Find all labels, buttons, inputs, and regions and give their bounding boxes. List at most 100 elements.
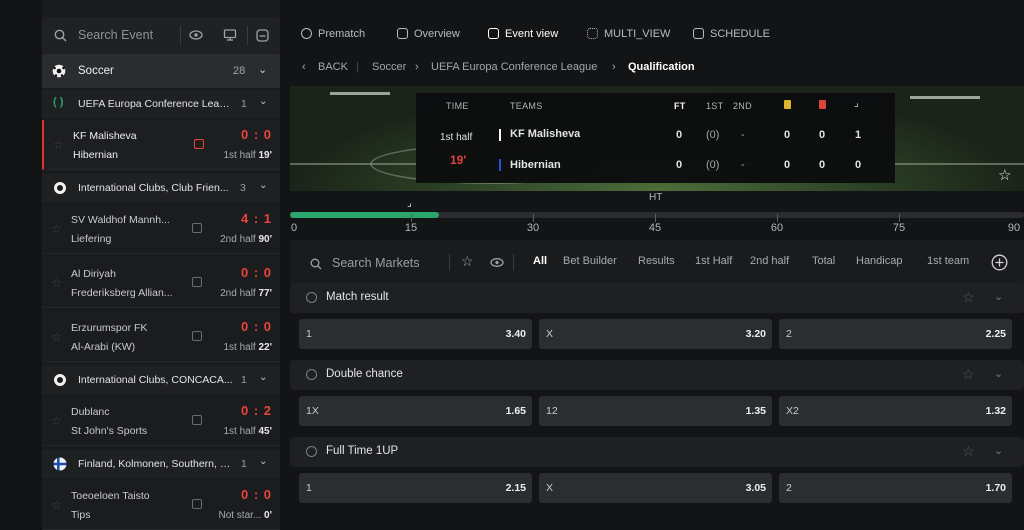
- star-icon[interactable]: ☆: [51, 414, 62, 428]
- market-header[interactable]: Double chance ☆ ⌄: [290, 360, 1024, 390]
- event-search-input[interactable]: Search Event: [78, 28, 153, 42]
- chevron-right-icon: ›: [415, 61, 419, 73]
- star-icon[interactable]: ☆: [962, 289, 975, 306]
- tab-prematch[interactable]: Prematch: [301, 28, 365, 40]
- league-row[interactable]: Finland, Kolmonen, Southern, G... 1 ⌄: [42, 450, 280, 478]
- eye-icon[interactable]: [490, 257, 504, 268]
- back-link[interactable]: BACK: [318, 61, 348, 73]
- period-label: 2nd half: [220, 288, 256, 299]
- globe-icon: [54, 182, 66, 194]
- match-minute: 22': [258, 342, 272, 353]
- away-first-half: (0): [706, 159, 720, 171]
- tv-icon[interactable]: [256, 29, 269, 42]
- info-icon[interactable]: [306, 446, 317, 457]
- odd-label: X2: [786, 405, 799, 417]
- market-tab-1st-team[interactable]: 1st team: [927, 255, 970, 267]
- market-tab-1st-half[interactable]: 1st Half: [695, 255, 732, 267]
- match-row[interactable]: ☆ SV Waldhof Mannh... Liefering 4 : 1 2n…: [42, 204, 280, 254]
- market-tab-results[interactable]: Results: [638, 255, 675, 267]
- add-circle-icon[interactable]: [991, 254, 1008, 271]
- tab-label: Event view: [505, 28, 559, 40]
- breadcrumb-current: Qualification: [628, 61, 695, 73]
- chevron-down-icon[interactable]: ⌄: [259, 372, 267, 383]
- tab-multi-view[interactable]: MULTI_VIEW: [587, 28, 670, 40]
- home-team: KF Malisheva: [510, 128, 581, 140]
- market-tab-all[interactable]: All: [533, 255, 547, 267]
- odd-button[interactable]: 1 3.40: [299, 319, 532, 349]
- match-row[interactable]: ☆ KF Malisheva Hibernian 0 : 0 1st half …: [42, 120, 280, 170]
- match-minute: 19': [258, 150, 272, 161]
- eye-icon[interactable]: [189, 29, 203, 41]
- tab-schedule[interactable]: SCHEDULE: [693, 28, 770, 40]
- odd-button[interactable]: 12 1.35: [539, 396, 772, 426]
- match-score: 0 : 0: [240, 127, 272, 142]
- tab-overview[interactable]: Overview: [397, 28, 460, 40]
- breadcrumb-item[interactable]: Soccer: [372, 61, 406, 73]
- match-period: 2nd half 90': [220, 234, 272, 245]
- tv-icon[interactable]: [192, 331, 202, 341]
- match-row[interactable]: ☆ Toeoeloen Taisto Tips 0 : 0 Not star..…: [42, 480, 280, 530]
- info-icon[interactable]: [306, 369, 317, 380]
- odd-button[interactable]: 2 2.25: [779, 319, 1012, 349]
- away-second-half: -: [741, 159, 745, 171]
- chevron-down-icon[interactable]: ⌄: [994, 444, 1003, 457]
- tv-icon[interactable]: [192, 277, 202, 287]
- chevron-left-icon[interactable]: ‹: [302, 61, 306, 73]
- market-search-input[interactable]: Search Markets: [332, 256, 420, 270]
- monitor-icon[interactable]: [223, 29, 237, 41]
- away-team: Hibernian: [73, 149, 118, 161]
- odd-button[interactable]: X 3.20: [539, 319, 772, 349]
- odd-button[interactable]: X2 1.32: [779, 396, 1012, 426]
- odd-value: 3.40: [505, 328, 526, 340]
- star-filter-icon[interactable]: ☆: [461, 253, 474, 270]
- tv-icon[interactable]: [194, 139, 204, 149]
- tv-icon[interactable]: [192, 415, 202, 425]
- star-icon[interactable]: ☆: [51, 222, 62, 236]
- league-count: 1: [241, 374, 247, 386]
- league-count: 1: [241, 458, 247, 470]
- away-red: 0: [819, 159, 826, 171]
- match-row[interactable]: ☆ Al Diriyah Frederiksberg Allian... 0 :…: [42, 258, 280, 308]
- away-team: Al-Arabi (KW): [71, 341, 136, 353]
- finland-flag-icon: [53, 457, 67, 471]
- odd-button[interactable]: 1 2.15: [299, 473, 532, 503]
- market-tab-handicap[interactable]: Handicap: [856, 255, 902, 267]
- match-row[interactable]: ☆ Erzurumspor FK Al-Arabi (KW) 0 : 0 1st…: [42, 312, 280, 362]
- star-icon[interactable]: ☆: [51, 276, 62, 290]
- odd-value: 2.25: [985, 328, 1006, 340]
- info-icon[interactable]: [306, 292, 317, 303]
- star-icon[interactable]: ☆: [51, 330, 62, 344]
- home-corners: 1: [855, 129, 862, 141]
- match-row[interactable]: ☆ Dublanc St John's Sports 0 : 2 1st hal…: [42, 396, 280, 446]
- star-icon[interactable]: ☆: [962, 366, 975, 383]
- period-label: 1st half: [223, 342, 256, 353]
- tv-icon[interactable]: [192, 223, 202, 233]
- chevron-down-icon[interactable]: ⌄: [259, 456, 267, 467]
- league-row[interactable]: International Clubs, CONCACA... 1 ⌄: [42, 366, 280, 394]
- market-header[interactable]: Full Time 1UP ☆ ⌄: [290, 437, 1024, 467]
- market-tab-2nd-half[interactable]: 2nd half: [750, 255, 789, 267]
- chevron-down-icon[interactable]: ⌄: [259, 180, 267, 191]
- odd-button[interactable]: 2 1.70: [779, 473, 1012, 503]
- breadcrumb-item[interactable]: UEFA Europa Conference League: [431, 61, 597, 73]
- league-row[interactable]: International Clubs, Club Frien... 3 ⌄: [42, 174, 280, 202]
- sport-soccer[interactable]: Soccer 28 ⌄: [42, 54, 280, 88]
- tv-icon[interactable]: [192, 499, 202, 509]
- chevron-down-icon[interactable]: ⌄: [259, 96, 267, 107]
- chevron-down-icon[interactable]: ⌄: [258, 63, 267, 76]
- chevron-down-icon[interactable]: ⌄: [994, 290, 1003, 303]
- league-row[interactable]: ( ) UEFA Europa Conference Leagu... 1 ⌄: [42, 90, 280, 118]
- chevron-down-icon[interactable]: ⌄: [994, 367, 1003, 380]
- market-tab-total[interactable]: Total: [812, 255, 835, 267]
- market-tab-bet-builder[interactable]: Bet Builder: [563, 255, 617, 267]
- star-icon[interactable]: ☆: [962, 443, 975, 460]
- favorite-star-icon[interactable]: ☆: [998, 166, 1011, 184]
- market-header[interactable]: Match result ☆ ⌄: [290, 283, 1024, 313]
- tab-event-view[interactable]: Event view: [488, 28, 558, 40]
- event-search-bar[interactable]: Search Event: [42, 17, 280, 54]
- star-icon[interactable]: ☆: [53, 138, 64, 152]
- odd-button[interactable]: X 3.05: [539, 473, 772, 503]
- star-icon[interactable]: ☆: [51, 498, 62, 512]
- odd-value: 1.35: [745, 405, 766, 417]
- odd-button[interactable]: 1X 1.65: [299, 396, 532, 426]
